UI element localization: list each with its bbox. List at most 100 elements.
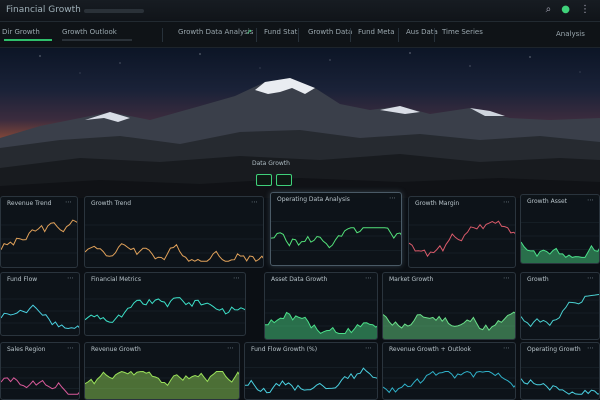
panel-menu-icon[interactable]: ⋯ bbox=[365, 344, 372, 352]
panel-menu-icon[interactable]: ⋯ bbox=[587, 274, 594, 282]
hero-badge: Data Growth bbox=[252, 160, 310, 188]
chart-panel[interactable]: Revenue Trend ⋯ bbox=[0, 196, 78, 268]
sparkline-chart bbox=[521, 222, 599, 263]
menu-item-3[interactable]: Growth Data Analysis bbox=[178, 28, 253, 36]
chart-panel[interactable]: Growth Margin ⋯ bbox=[408, 196, 516, 268]
chart-panel[interactable]: Growth Asset ⋯ bbox=[520, 194, 600, 264]
panel-title: Operating Growth bbox=[527, 346, 581, 353]
panel-menu-icon[interactable]: ⋯ bbox=[503, 274, 510, 282]
menu-separator bbox=[350, 28, 351, 42]
sparkline-chart bbox=[1, 367, 79, 395]
series-line bbox=[1, 377, 79, 395]
panel-title: Market Growth bbox=[389, 276, 434, 283]
app-title: Financial Growth bbox=[6, 5, 81, 15]
magnifier-icon[interactable]: ⌕ bbox=[546, 4, 552, 15]
menu-item-8[interactable]: Time Series bbox=[442, 28, 483, 36]
panel-title: Sales Region bbox=[7, 346, 46, 353]
menu-item-6[interactable]: Fund Meta bbox=[358, 28, 395, 36]
panel-title: Revenue Trend bbox=[7, 200, 52, 207]
sparkline-chart bbox=[521, 293, 599, 328]
title-bar: Financial Growth ⌕ ● ⋮ bbox=[0, 0, 600, 22]
panel-menu-icon[interactable]: ⋯ bbox=[587, 196, 594, 204]
more-icon[interactable]: ⋮ bbox=[580, 4, 590, 15]
series-line bbox=[383, 370, 515, 394]
menu-item-1[interactable]: Dir Growth bbox=[2, 28, 40, 36]
menu-separator bbox=[434, 28, 435, 42]
area-fill bbox=[85, 371, 239, 399]
inactive-underline bbox=[62, 39, 132, 41]
menu-bar: Dir Growth Growth Outlook Growth Data An… bbox=[0, 22, 600, 48]
chart-panel[interactable]: Revenue Growth + Outlook ⋯ bbox=[382, 342, 516, 400]
panel-title: Growth bbox=[527, 276, 549, 283]
menu-separator bbox=[298, 28, 299, 42]
area-fill bbox=[383, 312, 515, 339]
active-underline bbox=[4, 39, 52, 41]
sparkline-chart bbox=[1, 298, 79, 330]
menu-item-5[interactable]: Growth Data bbox=[308, 28, 352, 36]
chart-panel[interactable]: Asset Data Growth ⋯ bbox=[264, 272, 378, 340]
sparkline-chart bbox=[245, 367, 377, 394]
badge-box-left[interactable] bbox=[256, 174, 272, 186]
menu-right-label[interactable]: Analysis bbox=[556, 30, 585, 38]
chart-panel[interactable]: Sales Region ⋯ bbox=[0, 342, 80, 400]
panel-title: Revenue Growth + Outlook bbox=[389, 346, 471, 353]
panel-menu-icon[interactable]: ⋯ bbox=[67, 344, 74, 352]
panel-menu-icon[interactable]: ⋯ bbox=[389, 194, 396, 202]
sparkline-chart bbox=[383, 299, 515, 339]
panel-menu-icon[interactable]: ⋯ bbox=[587, 344, 594, 352]
chart-panel[interactable]: Financial Metrics ⋯ bbox=[84, 272, 246, 336]
panel-title: Growth Asset bbox=[527, 198, 568, 205]
panel-title: Financial Metrics bbox=[91, 276, 141, 283]
badge-box-right[interactable] bbox=[276, 174, 292, 186]
series-line bbox=[271, 227, 401, 249]
series-line bbox=[521, 378, 599, 395]
panel-title: Operating Data Analysis bbox=[277, 196, 350, 203]
panel-menu-icon[interactable]: ⋯ bbox=[503, 344, 510, 352]
chart-panel[interactable]: Fund Flow Growth (%) ⋯ bbox=[244, 342, 378, 400]
chart-panel[interactable]: Operating Data Analysis ⋯ bbox=[270, 192, 402, 266]
menu-separator bbox=[256, 28, 257, 42]
panel-title: Fund Flow Growth (%) bbox=[251, 346, 318, 353]
series-line bbox=[1, 304, 79, 330]
sparkline-chart bbox=[383, 367, 515, 394]
series-line bbox=[409, 220, 515, 258]
title-strip bbox=[84, 9, 144, 13]
chart-panel[interactable]: Fund Flow ⋯ bbox=[0, 272, 80, 336]
menu-item-2[interactable]: Growth Outlook bbox=[62, 28, 117, 36]
panel-menu-icon[interactable]: ⋯ bbox=[67, 274, 74, 282]
chart-panel[interactable]: Revenue Growth ⋯ bbox=[84, 342, 240, 400]
chart-panel[interactable]: Operating Growth ⋯ bbox=[520, 342, 600, 400]
panel-menu-icon[interactable]: ⋯ bbox=[233, 274, 240, 282]
series-line bbox=[245, 367, 377, 394]
sparkline-chart bbox=[409, 220, 515, 258]
sparkline-chart bbox=[271, 221, 401, 251]
chart-panel[interactable]: Growth ⋯ bbox=[520, 272, 600, 340]
series-line bbox=[521, 293, 599, 328]
series-line bbox=[1, 219, 77, 251]
panel-title: Revenue Growth bbox=[91, 346, 141, 353]
menu-item-4[interactable]: Fund Stat bbox=[264, 28, 297, 36]
panel-title: Growth Trend bbox=[91, 200, 132, 207]
panel-menu-icon[interactable]: ⋯ bbox=[365, 274, 372, 282]
chart-panel[interactable]: Growth Trend ⋯ bbox=[84, 196, 264, 268]
badge-label: Data Growth bbox=[252, 160, 290, 167]
sparkline-chart bbox=[85, 367, 239, 399]
sparkline-chart bbox=[265, 299, 377, 339]
panel-menu-icon[interactable]: ⋯ bbox=[251, 198, 258, 206]
panel-title: Growth Margin bbox=[415, 200, 460, 207]
chevron-icon[interactable]: ↗ bbox=[246, 28, 252, 36]
chart-panel[interactable]: Market Growth ⋯ bbox=[382, 272, 516, 340]
sparkline-chart bbox=[85, 224, 263, 262]
sparkline-chart bbox=[85, 297, 245, 324]
menu-separator bbox=[162, 28, 163, 42]
series-line bbox=[85, 243, 263, 262]
panel-menu-icon[interactable]: ⋯ bbox=[227, 344, 234, 352]
toolbar-icons: ⌕ ● ⋮ bbox=[546, 4, 590, 15]
panel-menu-icon[interactable]: ⋯ bbox=[65, 198, 72, 206]
panel-menu-icon[interactable]: ⋯ bbox=[503, 198, 510, 206]
series-line bbox=[85, 297, 245, 323]
panel-title: Fund Flow bbox=[7, 276, 38, 283]
status-dot-icon[interactable]: ● bbox=[561, 4, 570, 15]
menu-separator bbox=[398, 28, 399, 42]
sparkline-chart bbox=[521, 367, 599, 395]
